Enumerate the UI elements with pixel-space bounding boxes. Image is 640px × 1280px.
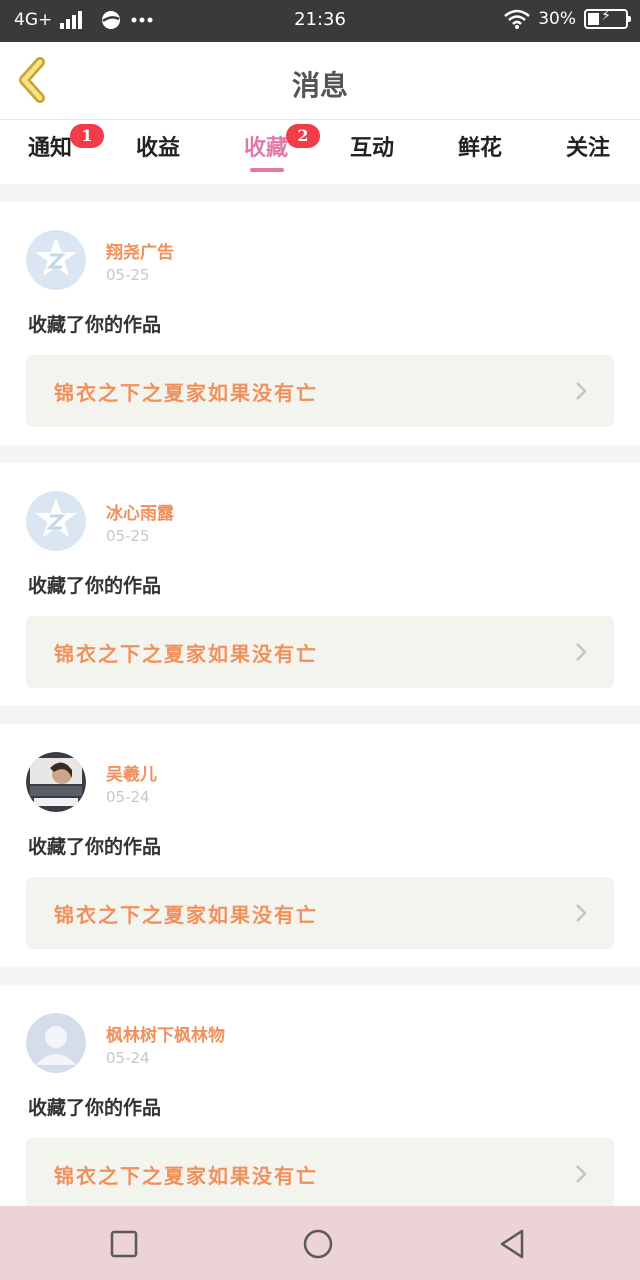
tab-bar: 通知 1 收益 收藏 2 互动 鲜花 关注: [0, 120, 640, 184]
tab-notice[interactable]: 通知 1: [28, 124, 104, 180]
wifi-icon: [504, 9, 531, 29]
person-silhouette-avatar-icon: [26, 1013, 86, 1073]
tab-interaction[interactable]: 互动: [350, 130, 394, 180]
date: 05-24: [106, 788, 150, 806]
avatar[interactable]: [26, 1013, 86, 1073]
date: 05-25: [106, 266, 150, 284]
chevron-right-icon: [576, 904, 587, 922]
page-title: 消息: [291, 69, 348, 102]
chevron-right-icon: [576, 1165, 587, 1183]
username[interactable]: 枫林树下枫林物: [106, 1021, 225, 1046]
work-title: 锦衣之下之夏家如果没有亡: [54, 381, 318, 405]
date: 05-24: [106, 1049, 150, 1067]
tab-badge: 1: [70, 124, 104, 148]
work-link[interactable]: 锦衣之下之夏家如果没有亡: [26, 616, 614, 688]
tab-label: 收益: [136, 135, 181, 161]
battery-icon: ⚡: [584, 8, 631, 29]
back-icon[interactable]: [496, 1228, 528, 1260]
list-item: 冰心雨露 05-25 收藏了你的作品 锦衣之下之夏家如果没有亡: [0, 463, 640, 706]
avatar[interactable]: [26, 230, 86, 290]
tab-label: 鲜花: [458, 135, 503, 161]
header: 消息: [0, 42, 640, 120]
home-icon[interactable]: [302, 1228, 334, 1260]
work-link[interactable]: 锦衣之下之夏家如果没有亡: [26, 355, 614, 427]
tab-favorites[interactable]: 收藏 2: [244, 124, 320, 180]
username[interactable]: 翔尧广告: [106, 238, 174, 263]
tab-label: 通知: [28, 135, 73, 161]
work-title: 锦衣之下之夏家如果没有亡: [54, 1164, 318, 1188]
tab-label: 关注: [566, 135, 611, 161]
list-item: 枫林树下枫林物 05-24 收藏了你的作品 锦衣之下之夏家如果没有亡: [0, 985, 640, 1206]
tab-follow[interactable]: 关注: [566, 130, 610, 180]
avatar[interactable]: [26, 491, 86, 551]
chevron-right-icon: [576, 382, 587, 400]
charging-icon: ⚡: [601, 8, 611, 24]
work-link[interactable]: 锦衣之下之夏家如果没有亡: [26, 877, 614, 949]
list-item: 吴羲儿 05-24 收藏了你的作品 锦衣之下之夏家如果没有亡: [0, 724, 640, 967]
status-bar: 4G+ 21:36 30% ⚡: [0, 0, 640, 42]
action-text: 收藏了你的作品: [28, 314, 162, 336]
chevron-right-icon: [576, 643, 587, 661]
tab-earnings[interactable]: 收益: [136, 130, 180, 180]
recent-apps-icon[interactable]: [108, 1228, 140, 1260]
qq-default-avatar-icon: [26, 491, 86, 551]
tab-badge: 2: [286, 124, 320, 148]
action-text: 收藏了你的作品: [28, 836, 162, 858]
system-nav-bar: [0, 1206, 640, 1280]
username[interactable]: 冰心雨露: [106, 499, 174, 524]
active-tab-indicator: [250, 168, 284, 172]
status-right: 30% ⚡: [504, 8, 631, 29]
avatar[interactable]: [26, 752, 86, 812]
work-title: 锦衣之下之夏家如果没有亡: [54, 903, 318, 927]
photo-avatar-icon: [26, 752, 86, 812]
work-link[interactable]: 锦衣之下之夏家如果没有亡: [26, 1138, 614, 1206]
date: 05-25: [106, 527, 150, 545]
work-title: 锦衣之下之夏家如果没有亡: [54, 642, 318, 666]
qq-default-avatar-icon: [26, 230, 86, 290]
battery-percent: 30%: [538, 9, 576, 29]
list-item: 翔尧广告 05-25 收藏了你的作品 锦衣之下之夏家如果没有亡: [0, 202, 640, 445]
action-text: 收藏了你的作品: [28, 1097, 162, 1119]
tab-label: 收藏: [244, 135, 289, 161]
message-list: 翔尧广告 05-25 收藏了你的作品 锦衣之下之夏家如果没有亡 冰心雨露 05-…: [0, 184, 640, 1206]
tab-label: 互动: [350, 135, 395, 161]
username[interactable]: 吴羲儿: [106, 760, 157, 785]
tab-flowers[interactable]: 鲜花: [458, 130, 502, 180]
action-text: 收藏了你的作品: [28, 575, 162, 597]
